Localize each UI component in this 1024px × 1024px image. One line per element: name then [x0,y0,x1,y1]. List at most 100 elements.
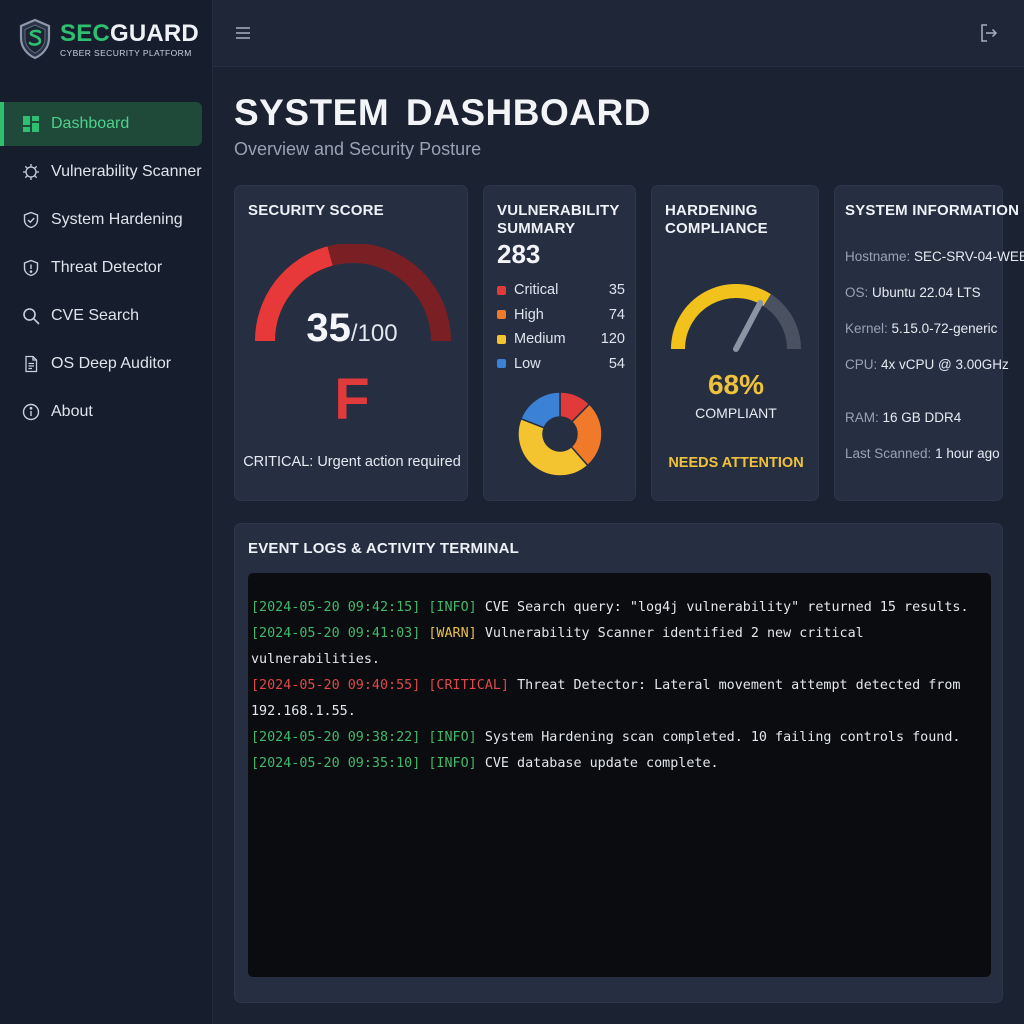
event-logs-card: EVENT LOGS & ACTIVITY TERMINAL [2024-05-… [234,523,1003,1003]
log-line: [2024-05-20 09:35:10] [INFO] CVE databas… [251,751,987,777]
search-icon [22,307,40,325]
shield-logo-icon [19,18,51,60]
system-information-title: SYSTEM INFORMATION [845,202,1020,219]
log-timestamp: [2024-05-20 09:40:55] [251,678,421,693]
log-timestamp: [2024-05-20 09:41:03] [251,626,421,641]
sidebar-item-label: System Hardening [51,211,183,228]
sys-label: Last Scanned: [845,446,932,461]
document-icon [22,355,40,373]
low-color-dot [497,359,506,369]
page-subtitle: Overview and Security Posture [234,139,482,159]
sys-label: OS: [845,285,869,300]
vuln-label: Critical [514,282,559,299]
sys-value: 5.15.0-72-generic [891,321,998,336]
shield-alert-icon [22,259,40,277]
hardening-compliance-card: HARDENING COMPLIANCE 68% COMPLIANT NEEDS… [651,185,819,501]
sidebar-item-os-deep-auditor[interactable]: OS Deep Auditor [0,342,213,386]
sys-label: RAM: [845,410,879,425]
vuln-row-medium: Medium 120 [497,327,625,352]
system-information-card: SYSTEM INFORMATION Hostname: SEC-SRV-04-… [834,185,1024,501]
logout-button[interactable] [978,22,1000,44]
log-line: [2024-05-20 09:38:22] [INFO] System Hard… [251,725,987,751]
hamburger-icon [236,27,250,39]
sidebar-item-label: CVE Search [51,307,140,324]
compliance-label: COMPLIANT [695,405,777,421]
dashboard-icon [22,115,40,133]
sidebar-item-label: About [51,403,93,420]
vuln-row-high: High 74 [497,303,625,328]
sidebar-item-label: Threat Detector [51,259,163,276]
sidebar-item-label: Vulnerability Scanner [51,163,202,180]
brand-logo[interactable]: SECGUARD CYBER SECURITY PLATFORM [18,18,199,60]
log-line: [2024-05-20 09:41:03] [WARN] Vulnerabili… [251,621,987,673]
vulnerability-summary-card: VULNERABILITY SUMMARY 283 Critical 35 Hig… [483,185,636,501]
log-timestamp: [2024-05-20 09:38:22] [251,730,421,745]
vuln-count: 54 [608,355,625,372]
log-level: [INFO] [428,730,477,745]
sidebar-item-label: Dashboard [51,115,130,132]
page-title: SYSTEM DASHBOARD [234,92,651,133]
log-message: System Hardening scan completed. 10 fail… [484,730,961,745]
vulnerability-donut-chart [517,391,603,477]
vuln-count: 35 [608,282,625,299]
sidebar-nav: Dashboard Vulnerability Scanner System H… [0,102,213,438]
activity-terminal[interactable]: [2024-05-20 09:42:15] [INFO] CVE Search … [248,573,991,977]
compliance-percent: 68% [707,369,765,400]
sys-value: 1 hour ago [935,446,1000,461]
log-level: [WARN] [428,626,477,641]
log-line: [2024-05-20 09:40:55] [CRITICAL] Threat … [251,673,987,725]
sys-value: 4x vCPU @ 3.00GHz [881,357,1009,372]
sys-value: 16 GB DDR4 [882,410,962,425]
hardening-compliance-title: HARDENING COMPLIANCE [665,202,768,237]
log-level: [CRITICAL] [428,678,509,693]
sidebar-item-vulnerability-scanner[interactable]: Vulnerability Scanner [0,150,213,194]
sidebar-item-cve-search[interactable]: CVE Search [0,294,213,338]
sys-row-hostname: Hostname: SEC-SRV-04-WEB [845,249,1024,264]
vulnerability-list: Critical 35 High 74 Medium 120 Low 54 [497,278,625,376]
vuln-count: 74 [608,306,625,323]
logout-icon [981,24,998,42]
medium-color-dot [497,334,506,344]
vuln-label: Low [514,355,541,372]
log-level: [INFO] [428,600,477,615]
bug-icon [22,163,40,181]
brand-subtitle: CYBER SECURITY PLATFORM [60,47,192,58]
sys-label: CPU: [845,357,878,372]
security-grade: F [334,367,370,432]
critical-color-dot [497,285,506,295]
score-number: 35 [306,306,351,350]
brand-name-part2: GUARD [109,19,199,47]
security-score-value: 35/100 [235,306,469,351]
sidebar-item-label: OS Deep Auditor [51,355,172,372]
log-timestamp: [2024-05-20 09:35:10] [251,756,421,771]
sidebar-item-threat-detector[interactable]: Threat Detector [0,246,213,290]
log-line: [2024-05-20 09:42:15] [INFO] CVE Search … [251,595,987,621]
log-message: CVE Search query: "log4j vulnerability" … [484,600,969,615]
sidebar-item-dashboard[interactable]: Dashboard [0,102,202,146]
shield-check-icon [22,211,40,229]
sidebar-item-about[interactable]: About [0,390,213,434]
vuln-count: 120 [600,331,625,348]
top-bar [213,0,1024,67]
sys-row-os: OS: Ubuntu 22.04 LTS [845,285,981,300]
sys-label: Kernel: [845,321,888,336]
sys-row-cpu: CPU: 4x vCPU @ 3.00GHz [845,357,1009,372]
sys-row-ram: RAM: 16 GB DDR4 [845,410,961,425]
vulnerability-total: 283 [497,239,541,269]
score-max: /100 [350,320,398,347]
sidebar: SECGUARD CYBER SECURITY PLATFORM Dashboa… [0,0,213,1024]
sys-row-kernel: Kernel: 5.15.0-72-generic [845,321,997,336]
menu-button[interactable] [233,23,253,43]
sys-label: Hostname: [845,249,911,264]
security-score-title: SECURITY SCORE [248,202,384,219]
vulnerability-summary-title: VULNERABILITY SUMMARY [497,202,620,237]
sys-value: SEC-SRV-04-WEB [914,249,1024,264]
vuln-label: Medium [514,331,566,348]
log-message: CVE database update complete. [484,756,719,771]
event-logs-title: EVENT LOGS & ACTIVITY TERMINAL [248,540,520,557]
sys-row-last-scanned: Last Scanned: 1 hour ago [845,446,1000,461]
hardening-gauge [671,284,801,352]
high-color-dot [497,310,506,320]
security-score-card: SECURITY SCORE 35/100 F CRITICAL: Urgent… [234,185,468,501]
sidebar-item-system-hardening[interactable]: System Hardening [0,198,213,242]
